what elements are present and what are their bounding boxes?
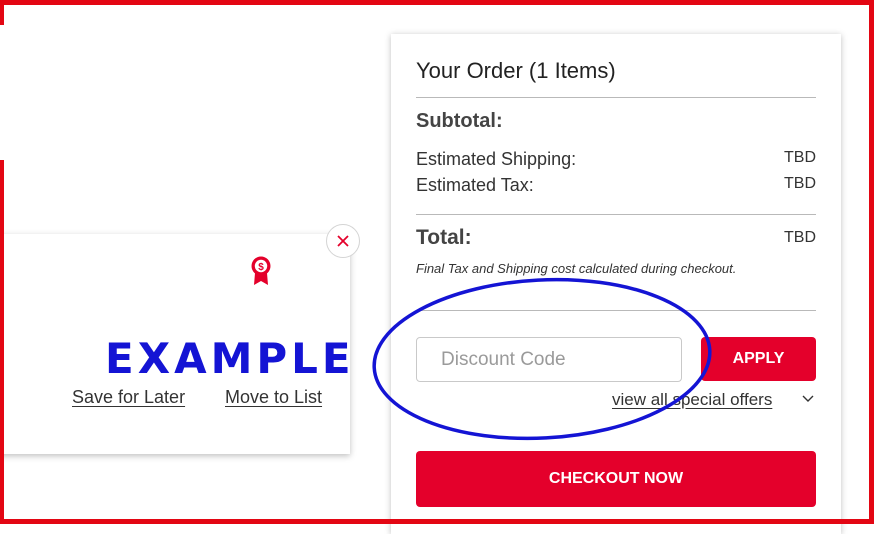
shipping-value: TBD: [784, 149, 816, 166]
discount-divider: [416, 310, 816, 311]
order-summary-title: Your Order (1 Items): [416, 58, 616, 83]
totals-divider: [416, 214, 816, 215]
close-icon: [337, 235, 349, 247]
total-value: TBD: [784, 229, 816, 246]
apply-discount-button[interactable]: APPLY: [701, 337, 816, 381]
chevron-down-icon[interactable]: [801, 392, 815, 404]
move-to-list-link[interactable]: Move to List: [225, 387, 322, 408]
subtotal-label: Subtotal:: [416, 110, 503, 132]
shipping-label: Estimated Shipping:: [416, 149, 577, 169]
svg-text:$: $: [258, 262, 264, 273]
discount-code-input[interactable]: [416, 337, 682, 382]
view-special-offers-link[interactable]: view all special offers: [612, 390, 772, 410]
title-divider: [416, 97, 816, 98]
tax-value: TBD: [784, 175, 816, 192]
remove-item-button[interactable]: [326, 224, 360, 258]
save-for-later-link[interactable]: Save for Later: [72, 387, 185, 408]
example-watermark: EXAMPLE: [105, 334, 355, 383]
tax-shipping-disclaimer: Final Tax and Shipping cost calculated d…: [416, 261, 737, 276]
tax-label: Estimated Tax:: [416, 175, 534, 195]
checkout-now-button[interactable]: CHECKOUT NOW: [416, 451, 816, 507]
total-label: Total:: [416, 226, 472, 249]
dollar-award-icon: $: [251, 256, 271, 285]
